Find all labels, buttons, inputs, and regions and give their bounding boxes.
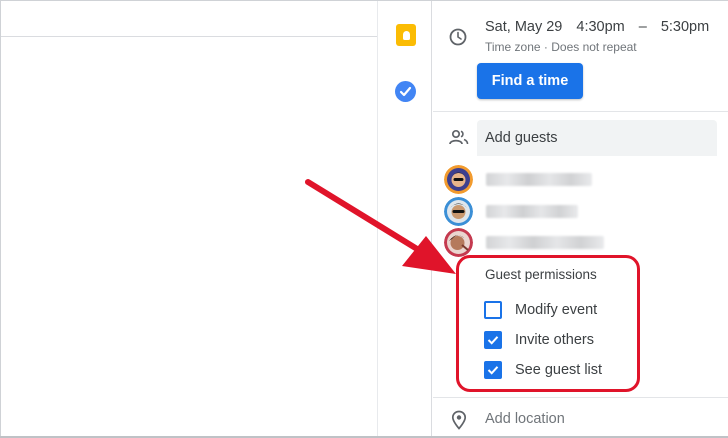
section-divider [433,111,728,112]
main-area-divider [1,36,377,37]
event-start-time[interactable]: 4:30pm [576,19,624,35]
guest-row[interactable] [444,197,644,226]
timezone-repeat-line[interactable]: Time zone · Does not repeat [485,40,637,54]
guest-row[interactable] [444,228,644,257]
clock-icon [449,28,467,46]
tasks-icon[interactable] [395,81,416,102]
people-icon [449,129,469,145]
guest-name-redacted [486,236,604,249]
find-a-time-button[interactable]: Find a time [477,63,583,99]
location-pin-icon [451,410,467,430]
section-divider [433,397,728,398]
arrow-annotation [305,179,456,274]
guest-row[interactable] [444,165,644,194]
event-date[interactable]: Sat, May 29 [485,19,562,35]
add-location-input[interactable]: Add location [485,411,565,427]
event-end-time[interactable]: 5:30pm [661,19,709,35]
add-guests-input[interactable]: Add guests [477,120,717,156]
guest-name-redacted [486,173,592,186]
guest-name-redacted [486,205,578,218]
event-datetime[interactable]: Sat, May 29 4:30pm –5:30pm [485,19,723,35]
keep-icon[interactable] [396,24,416,46]
permissions-highlight-box [456,255,640,392]
time-dash: – [638,19,647,35]
